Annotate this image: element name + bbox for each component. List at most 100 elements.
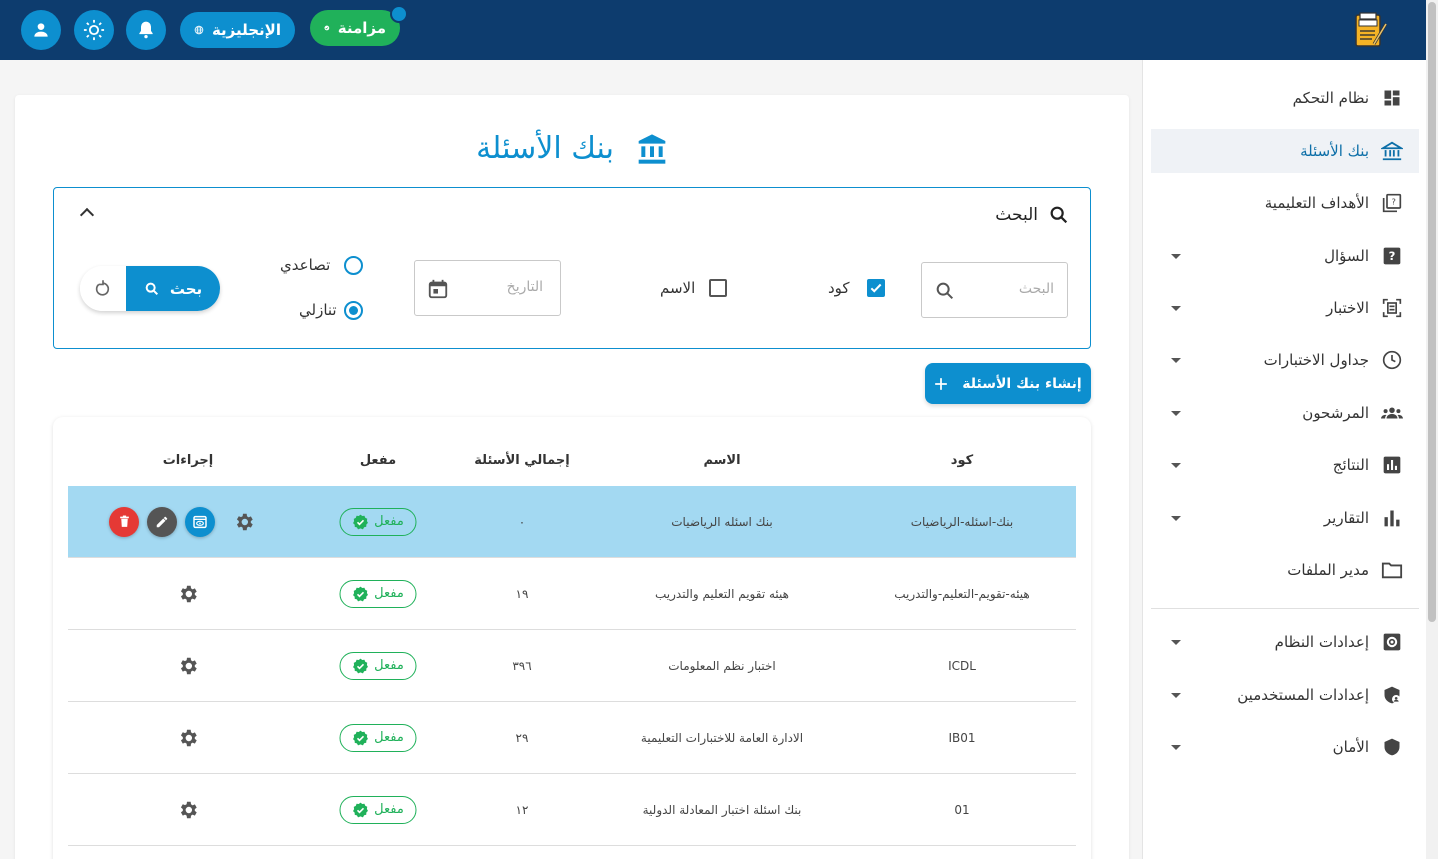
sidebar-item-objectives[interactable]: ? الأهداف التعليمية <box>1151 181 1419 225</box>
ascending-radio[interactable] <box>344 256 363 275</box>
column-header-code[interactable]: كود <box>951 453 973 468</box>
status-badge: مفعل <box>339 723 417 752</box>
refresh-icon <box>95 279 110 296</box>
search-panel-header[interactable]: البحث <box>995 204 1070 226</box>
objectives-icon: ? <box>1381 192 1403 214</box>
name-checkbox-label: الاسم <box>660 279 696 297</box>
date-input[interactable] <box>463 279 543 295</box>
search-button-label: بحث <box>169 279 203 298</box>
sidebar-item-reports[interactable]: التقارير <box>1151 496 1419 540</box>
sun-icon <box>83 19 105 41</box>
exam-icon <box>1381 297 1403 319</box>
sidebar-item-user-settings[interactable]: إعدادات المستخدمين <box>1151 673 1419 717</box>
create-button-label: إنشاء بنك الأسئلة <box>962 375 1082 392</box>
search-icon <box>1050 206 1068 224</box>
sidebar-item-label: إعدادات المستخدمين <box>1237 686 1369 704</box>
results-icon <box>1381 454 1403 476</box>
page-title-text: بنك الأسئلة <box>476 131 614 166</box>
cell-total: ٠ <box>518 514 526 529</box>
sync-label: مزامنة <box>337 19 386 37</box>
exam-logo-icon[interactable] <box>1350 10 1390 50</box>
create-question-bank-button[interactable]: إنشاء بنك الأسئلة <box>925 363 1091 404</box>
view-button[interactable] <box>185 506 215 537</box>
page-scrollbar[interactable] <box>1426 0 1438 859</box>
chevron-down-icon[interactable] <box>1171 744 1181 750</box>
sidebar-item-question-bank[interactable]: بنك الأسئلة <box>1151 129 1419 173</box>
code-checkbox[interactable] <box>867 279 885 297</box>
chevron-down-icon[interactable] <box>1171 410 1181 416</box>
table-row[interactable]: 01 بنك اسئلة اختبار المعادلة الدولية ١٢ … <box>68 774 1076 846</box>
user-button[interactable] <box>21 10 61 50</box>
name-checkbox[interactable] <box>709 279 727 297</box>
status-label: مفعل <box>374 586 404 601</box>
cell-name: هيئه تقويم التعليم والتدريب <box>655 586 789 601</box>
scrollbar-thumb[interactable] <box>1428 2 1436 622</box>
globe-icon <box>194 25 204 35</box>
column-header-enabled[interactable]: مفعل <box>360 453 396 468</box>
edit-button[interactable] <box>147 506 177 537</box>
settings-box-icon <box>1381 631 1403 653</box>
column-header-name[interactable]: الاسم <box>703 453 740 468</box>
notifications-button[interactable] <box>126 10 166 50</box>
language-button[interactable]: الإنجليزية <box>180 12 295 48</box>
sidebar-item-results[interactable]: النتائج <box>1151 443 1419 487</box>
search-button[interactable]: بحث <box>126 266 220 311</box>
sidebar-item-label: جداول الاختبارات <box>1263 351 1369 369</box>
column-header-actions: إجراءات <box>162 453 214 468</box>
cell-name: بنك اسئله الرياضيات <box>671 514 773 529</box>
sidebar-item-security[interactable]: الأمان <box>1151 725 1419 769</box>
bell-icon <box>139 21 153 39</box>
chevron-down-icon[interactable] <box>1171 357 1181 363</box>
delete-button[interactable] <box>109 506 139 537</box>
sidebar-item-exam-schedules[interactable]: جداول الاختبارات <box>1151 338 1419 382</box>
preview-icon <box>193 515 207 528</box>
bank-icon <box>1381 140 1403 162</box>
reset-button[interactable] <box>80 266 126 311</box>
verified-icon <box>352 658 368 673</box>
bank-icon <box>638 133 666 164</box>
date-input-wrapper <box>414 260 561 316</box>
checkmark-icon <box>870 283 882 293</box>
table-row[interactable]: IB01 الادارة العامة للاختبارات التعليمية… <box>68 702 1076 774</box>
sidebar-item-question[interactable]: ? السؤال <box>1151 234 1419 278</box>
sidebar-item-label: الاختبار <box>1326 299 1369 317</box>
sidebar-item-system-settings[interactable]: إعدادات النظام <box>1151 620 1419 664</box>
search-input[interactable] <box>966 281 1054 297</box>
question-icon: ? <box>1381 245 1403 267</box>
settings-gear-icon[interactable] <box>177 727 199 749</box>
sidebar-item-label: التقارير <box>1323 509 1369 527</box>
chevron-down-icon[interactable] <box>1171 305 1181 311</box>
cell-total: ٢٩ <box>515 730 529 745</box>
settings-gear-icon[interactable] <box>177 583 199 605</box>
main-card: بنك الأسئلة البحث كود الاسم تصاعدي <box>15 95 1129 859</box>
table-row[interactable]: ICDL اختبار نظم المعلومات ٣٩٦ مفعل <box>68 630 1076 702</box>
settings-gear-icon[interactable] <box>177 799 199 821</box>
sidebar-item-label: النتائج <box>1332 456 1369 474</box>
chevron-down-icon[interactable] <box>1171 462 1181 468</box>
settings-gear-icon[interactable] <box>233 511 255 533</box>
table-row[interactable]: هيئه-تقويم-التعليم-والتدريب هيئه تقويم ا… <box>68 558 1076 630</box>
collapse-chevron-icon[interactable] <box>79 207 95 223</box>
chevron-down-icon[interactable] <box>1171 639 1181 645</box>
theme-toggle-button[interactable] <box>74 10 114 50</box>
sync-button[interactable]: مزامنة <box>310 10 400 46</box>
descending-radio[interactable] <box>344 301 363 320</box>
search-icon <box>145 282 158 295</box>
table-row[interactable]: بنك-اسئله-الرياضيات بنك اسئله الرياضيات … <box>68 486 1076 558</box>
column-header-total[interactable]: إجمالي الأسئلة <box>474 453 569 468</box>
status-badge: مفعل <box>339 651 417 680</box>
settings-gear-icon[interactable] <box>177 655 199 677</box>
sidebar-item-dashboard[interactable]: نظام التحكم <box>1151 76 1419 120</box>
svg-text:?: ? <box>1391 197 1395 207</box>
calendar-icon[interactable] <box>427 278 449 300</box>
chevron-down-icon[interactable] <box>1171 692 1181 698</box>
status-label: مفعل <box>374 802 404 817</box>
sidebar-item-file-manager[interactable]: مدير الملفات <box>1151 548 1419 592</box>
code-checkbox-label: كود <box>828 279 850 297</box>
sidebar-item-exam[interactable]: الاختبار <box>1151 286 1419 330</box>
chevron-down-icon[interactable] <box>1171 515 1181 521</box>
sidebar-item-candidates[interactable]: المرشحون <box>1151 391 1419 435</box>
sidebar-item-label: إعدادات النظام <box>1274 633 1369 651</box>
chevron-down-icon[interactable] <box>1171 253 1181 259</box>
shield-icon <box>1381 736 1403 758</box>
